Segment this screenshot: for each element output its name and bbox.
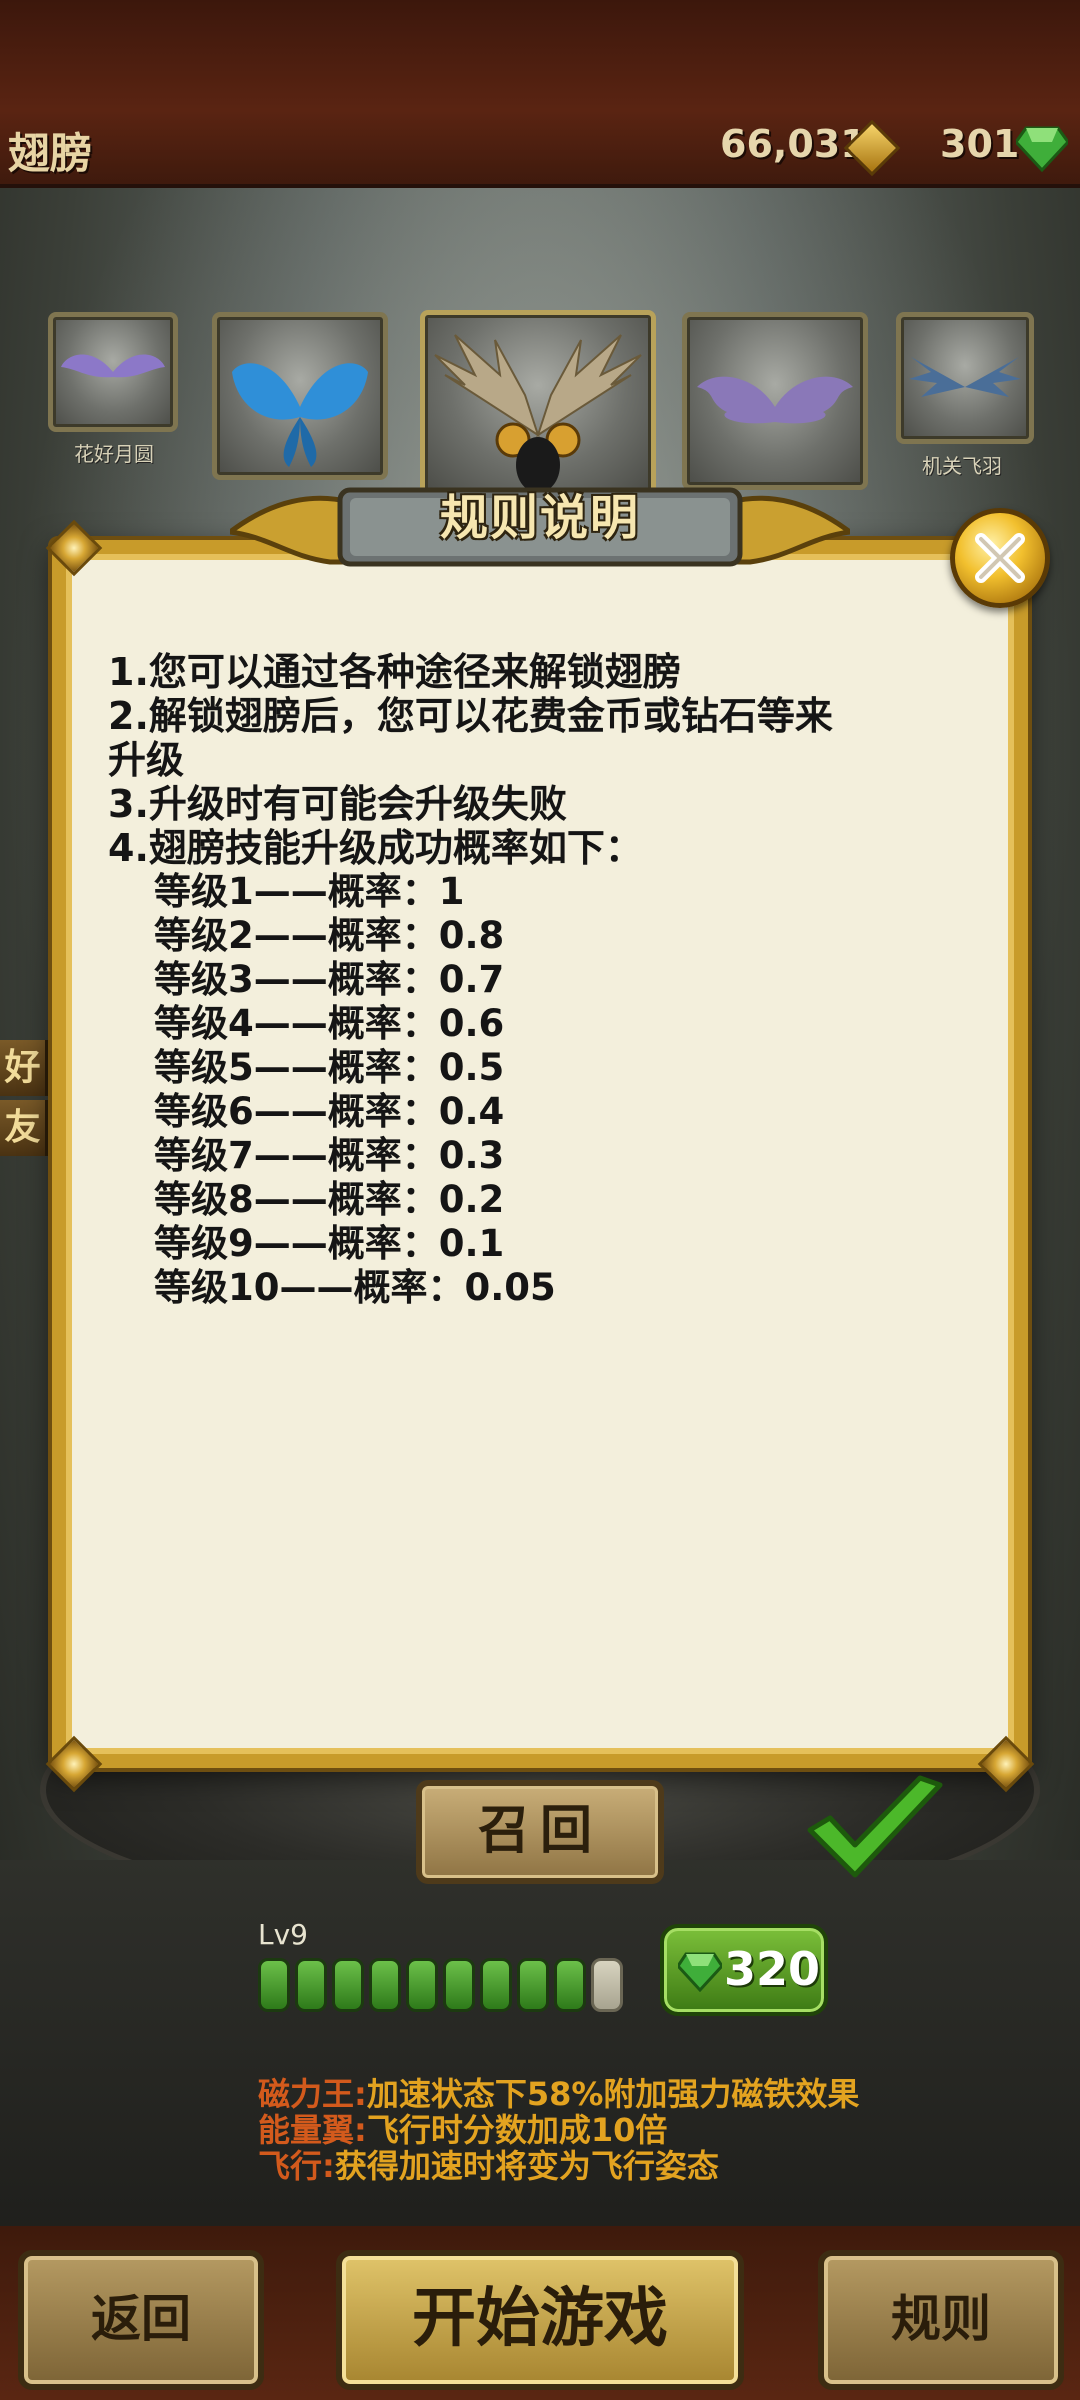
level-probability: 等级1——概率：1	[154, 870, 465, 913]
level-probability: 等级3——概率：0.7	[154, 958, 505, 1001]
top-bar: 翅膀 66,031 301	[0, 0, 1080, 188]
level-segment-filled	[295, 1958, 327, 2012]
wing-2-icon	[232, 363, 368, 467]
gem-icon	[1016, 126, 1068, 172]
scene-lower-area	[0, 1860, 1080, 2260]
level-segment-filled	[332, 1958, 364, 2012]
back-button[interactable]: 返回	[18, 2250, 264, 2390]
wing-5-name: 机关飞羽	[922, 454, 1002, 478]
rule-line: 3.升级时有可能会升级失败	[108, 782, 567, 826]
level-probability: 等级2——概率：0.8	[154, 914, 505, 957]
rules-button[interactable]: 规则	[818, 2250, 1064, 2390]
close-button[interactable]	[950, 508, 1050, 608]
gem-icon	[678, 1952, 722, 1992]
skill-effect: 飞行时分数加成10倍	[366, 2111, 668, 2149]
wing-1-name: 花好月圆	[74, 442, 154, 466]
dialog-title: 规则说明	[439, 490, 640, 546]
level-segment-filled	[480, 1958, 512, 2012]
level-segment-filled	[517, 1958, 549, 2012]
level-label: Lv9	[258, 1918, 308, 1951]
level-segment-filled	[258, 1958, 290, 2012]
upgrade-cost: 320	[724, 1942, 821, 1996]
level-probability: 等级5——概率：0.5	[154, 1046, 505, 1089]
skill-name: 磁力王:	[258, 2075, 367, 2113]
side-tab-friend-1[interactable]: 好	[0, 1040, 48, 1096]
rule-line: 1.您可以通过各种途径来解锁翅膀	[108, 650, 681, 694]
page-title: 翅膀	[8, 129, 93, 178]
check-icon	[807, 1775, 943, 1878]
level-segment-empty	[591, 1958, 623, 2012]
wing-5-icon	[909, 357, 1021, 397]
level-probability: 等级8——概率：0.2	[154, 1178, 505, 1221]
wing-4-icon	[697, 376, 853, 424]
level-probability: 等级9——概率：0.1	[154, 1222, 505, 1265]
level-probability: 等级10——概率：0.05	[154, 1266, 556, 1309]
rule-line: 4.翅膀技能升级成功概率如下：	[108, 826, 643, 870]
wing-slot-2[interactable]	[212, 312, 388, 480]
wing-1-icon	[61, 354, 165, 378]
wing-slot-5[interactable]	[896, 312, 1034, 444]
level-probability: 等级6——概率：0.4	[154, 1090, 505, 1133]
skill-description: 能量翼:飞行时分数加成10倍	[258, 2112, 667, 2148]
rules-content: 1.您可以通过各种途径来解锁翅膀 2.解锁翅膀后，您可以花费金币或钻石等来 升级…	[108, 650, 968, 1310]
upgrade-button[interactable]: 320	[660, 1924, 828, 2016]
recall-button[interactable]: 召回	[416, 1780, 664, 1884]
start-game-button[interactable]: 开始游戏	[336, 2250, 744, 2390]
gem-count: 301	[940, 122, 1020, 166]
level-segment-filled	[369, 1958, 401, 2012]
wing-slot-1[interactable]	[48, 312, 178, 432]
skill-effect: 加速状态下58%附加强力磁铁效果	[366, 2075, 860, 2113]
skill-effect: 获得加速时将变为飞行姿态	[334, 2147, 719, 2185]
side-tab-friend-2[interactable]: 友	[0, 1100, 48, 1156]
level-probability: 等级7——概率：0.3	[154, 1134, 505, 1177]
close-icon	[975, 533, 1025, 583]
rule-line: 2.解锁翅膀后，您可以花费金币或钻石等来	[108, 694, 833, 738]
level-segment-filled	[406, 1958, 438, 2012]
level-probability: 等级4——概率：0.6	[154, 1002, 505, 1045]
skill-name: 飞行:	[258, 2147, 335, 2185]
level-segment-filled	[554, 1958, 586, 2012]
skill-description: 飞行:获得加速时将变为飞行姿态	[258, 2148, 719, 2184]
level-segment-filled	[443, 1958, 475, 2012]
skill-name: 能量翼:	[258, 2111, 367, 2149]
rule-line: 升级	[108, 738, 185, 782]
gold-count: 66,031	[720, 122, 867, 166]
skill-description: 磁力王:加速状态下58%附加强力磁铁效果	[258, 2076, 859, 2112]
